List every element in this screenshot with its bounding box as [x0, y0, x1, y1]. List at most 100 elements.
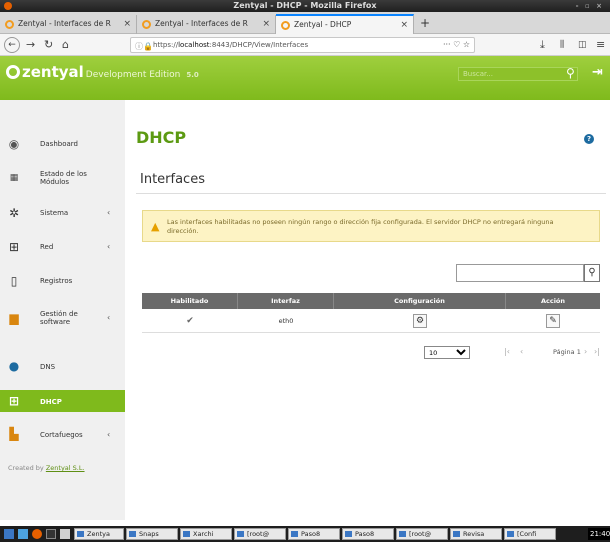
first-page-icon[interactable]: |‹ — [504, 347, 510, 356]
interface-name: eth0 — [278, 317, 294, 325]
taskbar: Zentya Snaps Xarchi [root@ Paso8 Paso8 [… — [0, 526, 610, 542]
sidebar-item-dhcp[interactable]: ⊞ DHCP — [0, 390, 125, 412]
logs-icon: ▯ — [10, 274, 18, 288]
tab-bar: Zentyal - Interfaces de R × Zentyal - In… — [0, 12, 610, 34]
url-host: localhost — [178, 41, 210, 49]
filter-input[interactable] — [456, 264, 584, 282]
sidebar-item-logs[interactable]: ▯ Registros — [0, 272, 125, 290]
search-icon[interactable]: ⚲ — [584, 264, 600, 282]
pagination: 10 |‹ ‹ Página 1 › ›| — [420, 346, 600, 360]
firewall-icon: ▙ — [9, 427, 19, 441]
chevron-left-icon: ‹ — [107, 430, 111, 439]
created-by: Created by Zentyal S.L. — [8, 464, 85, 472]
taskbar-item[interactable]: Paso8 — [288, 528, 340, 540]
clock: 21:40 — [588, 528, 610, 540]
taskbar-item[interactable]: Zentya — [74, 528, 124, 540]
warning-message: ▲ Las interfaces habilitadas no poseen n… — [142, 210, 600, 242]
close-icon[interactable]: × — [262, 15, 270, 33]
files-icon[interactable] — [18, 529, 28, 539]
column-enabled: Habilitado — [142, 293, 238, 309]
close-icon[interactable]: × — [400, 16, 408, 34]
search-input[interactable]: Buscar... — [458, 67, 578, 81]
editor-icon[interactable] — [60, 529, 70, 539]
back-icon[interactable]: ← — [4, 37, 20, 53]
taskbar-item[interactable]: Paso8 — [342, 528, 394, 540]
dhcp-icon: ⊞ — [8, 394, 20, 408]
dns-icon: ● — [8, 359, 20, 373]
zentyal-favicon-icon — [281, 21, 290, 30]
next-page-icon[interactable]: › — [584, 347, 587, 356]
sidebar-toggle-icon[interactable]: ◫ — [578, 37, 587, 53]
table-header: Habilitado Interfaz Configuración Acción — [142, 293, 600, 309]
prev-page-icon[interactable]: ‹ — [520, 347, 523, 356]
edit-pencil-icon[interactable]: ✎ — [546, 314, 560, 328]
logo-text: zentyal — [22, 63, 84, 81]
reload-icon[interactable]: ↻ — [44, 37, 53, 53]
enabled-checkmark[interactable]: ✔ — [142, 309, 238, 333]
section-divider — [136, 193, 606, 194]
new-tab-icon[interactable]: + — [420, 15, 430, 31]
taskbar-item[interactable]: [root@ — [396, 528, 448, 540]
firefox-icon[interactable] — [32, 529, 42, 539]
url-path: :8443/DHCP/View/Interfaces — [209, 41, 309, 49]
window-titlebar: Zentyal - DHCP - Mozilla Firefox - ▫ × — [0, 0, 610, 12]
page-size-select[interactable]: 10 — [424, 346, 470, 359]
zentyal-logo-icon — [6, 65, 20, 79]
edition-label: Development Edition — [85, 70, 181, 80]
tab-dhcp[interactable]: Zentyal - DHCP × — [276, 14, 414, 34]
configure-gear-icon[interactable]: ⚙ — [413, 314, 427, 328]
column-action: Acción — [540, 297, 566, 305]
close-icon[interactable]: × — [123, 15, 131, 33]
tab-interfaces-2[interactable]: Zentyal - Interfaces de R × — [137, 15, 276, 34]
column-interface: Interfaz — [238, 293, 334, 309]
package-icon: ▆ — [9, 311, 19, 325]
warning-icon: ▲ — [151, 220, 160, 233]
network-icon: ⊞ — [8, 240, 20, 254]
menu-icon[interactable] — [4, 529, 14, 539]
column-configuration: Configuración — [334, 293, 506, 309]
sidebar: ◉ Dashboard ▦ Estado de los Módulos ✲ Sis… — [0, 100, 125, 520]
sidebar-item-firewall[interactable]: ▙ Cortafuegos ‹ — [0, 424, 125, 444]
sidebar-item-network[interactable]: ⊞ Red ‹ — [0, 238, 125, 256]
page-actions-icons[interactable]: ··· ♡ ☆ — [443, 38, 470, 52]
sidebar-item-module-status[interactable]: ▦ Estado de los Módulos — [0, 168, 125, 188]
tab-label: Zentyal - Interfaces de R — [18, 19, 111, 28]
tab-interfaces-1[interactable]: Zentyal - Interfaces de R × — [0, 15, 137, 34]
sidebar-item-software[interactable]: ▆ Gestión de software ‹ — [0, 308, 125, 328]
taskbar-item[interactable]: Snaps — [126, 528, 178, 540]
terminal-icon[interactable] — [46, 529, 56, 539]
taskbar-item[interactable]: [root@ — [234, 528, 286, 540]
sidebar-item-dns[interactable]: ● DNS — [0, 356, 125, 376]
forward-icon[interactable]: → — [26, 37, 35, 53]
taskbar-item[interactable]: Xarchi — [180, 528, 232, 540]
lock-icon: ⓘ🔒 — [135, 42, 153, 51]
library-icon[interactable]: ⫼ — [560, 37, 564, 53]
zentyal-link[interactable]: Zentyal S.L. — [46, 464, 85, 472]
home-icon[interactable]: ⌂ — [62, 37, 69, 53]
taskbar-item[interactable]: [Confi — [504, 528, 556, 540]
help-icon[interactable]: ? — [584, 134, 594, 144]
window-controls[interactable]: - ▫ × — [576, 0, 604, 12]
gear-icon: ✲ — [8, 206, 20, 220]
navigation-bar: ← → ↻ ⌂ ⓘ🔒 https://localhost:8443/DHCP/V… — [0, 34, 610, 56]
tab-label: Zentyal - DHCP — [294, 20, 352, 29]
sidebar-item-dashboard[interactable]: ◉ Dashboard — [0, 135, 125, 153]
download-icon[interactable]: ⤓ — [540, 37, 545, 53]
menu-icon[interactable]: ≡ — [596, 37, 605, 53]
zentyal-favicon-icon — [5, 20, 14, 29]
section-title: Interfaces — [140, 172, 205, 187]
window-title: Zentyal - DHCP - Mozilla Firefox — [233, 1, 377, 10]
url-bar[interactable]: ⓘ🔒 https://localhost:8443/DHCP/View/Inte… — [130, 37, 475, 53]
page-title: DHCP — [136, 128, 187, 147]
search-icon[interactable]: ⚲ — [566, 66, 575, 80]
dashboard-icon: ◉ — [8, 137, 20, 151]
warning-text: Las interfaces habilitadas no poseen nin… — [167, 218, 554, 235]
last-page-icon[interactable]: ›| — [594, 347, 600, 356]
zentyal-logo[interactable]: zentyal Development Edition 5.0 — [6, 63, 199, 84]
zentyal-favicon-icon — [142, 20, 151, 29]
table-row: ✔ eth0 ⚙ ✎ — [142, 309, 600, 333]
logout-icon[interactable]: ⇥ — [592, 65, 603, 80]
sidebar-item-system[interactable]: ✲ Sistema ‹ — [0, 204, 125, 222]
taskbar-item[interactable]: Revisa — [450, 528, 502, 540]
page-label: Página 1 — [553, 348, 581, 356]
